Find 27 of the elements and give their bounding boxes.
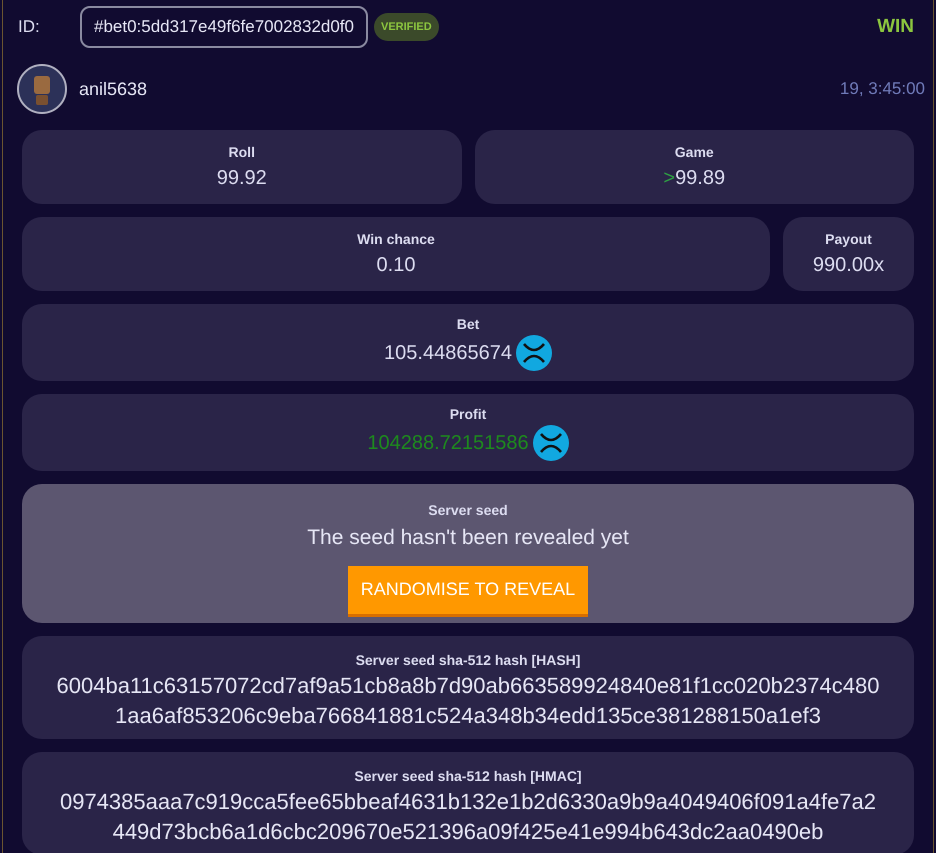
bet-id-field[interactable]: #bet0:5dd317e49f6fe7002832d0f0 — [80, 6, 368, 48]
seed-message: The seed hasn't been revealed yet — [307, 525, 629, 551]
comparator: > — [663, 166, 676, 190]
stat-value: 105.44865674 — [384, 341, 512, 366]
result-label: WIN — [877, 14, 914, 39]
hash-label: Server seed sha-512 hash [HMAC] — [354, 767, 582, 786]
stat-label: Profit — [450, 405, 486, 424]
id-label: ID: — [18, 16, 41, 38]
stat-label: Payout — [825, 230, 872, 249]
stat-label: Game — [674, 142, 714, 162]
bet-time: 19, 3:45:00 — [840, 78, 925, 100]
seed-label: Server seed — [428, 501, 508, 520]
stat-value: 99.89 — [675, 166, 726, 190]
hash-value: 6004ba11c63157072cd7af9a51cb8a8b7d90ab663589924840e81f1cc020b2374c480 — [56, 672, 880, 700]
hash-value: 449d73bcb6a1d6cbc209670e521396a09f425e41e994b643dc2aa0490eb — [112, 818, 824, 846]
hash-label: Server seed sha-512 hash [HASH] — [356, 651, 580, 670]
stat-label: Roll — [228, 142, 255, 162]
stat-label: Bet — [456, 315, 480, 334]
verified-badge: VERIFIED — [374, 12, 439, 42]
stat-label: Win chance — [357, 230, 435, 248]
username: anil5638 — [79, 78, 148, 100]
stat-value: 99.92 — [216, 166, 267, 190]
stat-value: 0.10 — [376, 252, 416, 278]
hash-value: 1aa6af853206c9eba766841881c524a348b34edd135ce381288150a1ef3 — [115, 702, 821, 730]
stat-value: 104288.72151586 — [367, 431, 529, 456]
hash-value: 0974385aaa7c919cca5fee65bbeaf4631b132e1b2d6330a9b9a4049406f091a4fe7a2 — [60, 788, 876, 816]
stat-value: 990.00x — [812, 252, 884, 278]
